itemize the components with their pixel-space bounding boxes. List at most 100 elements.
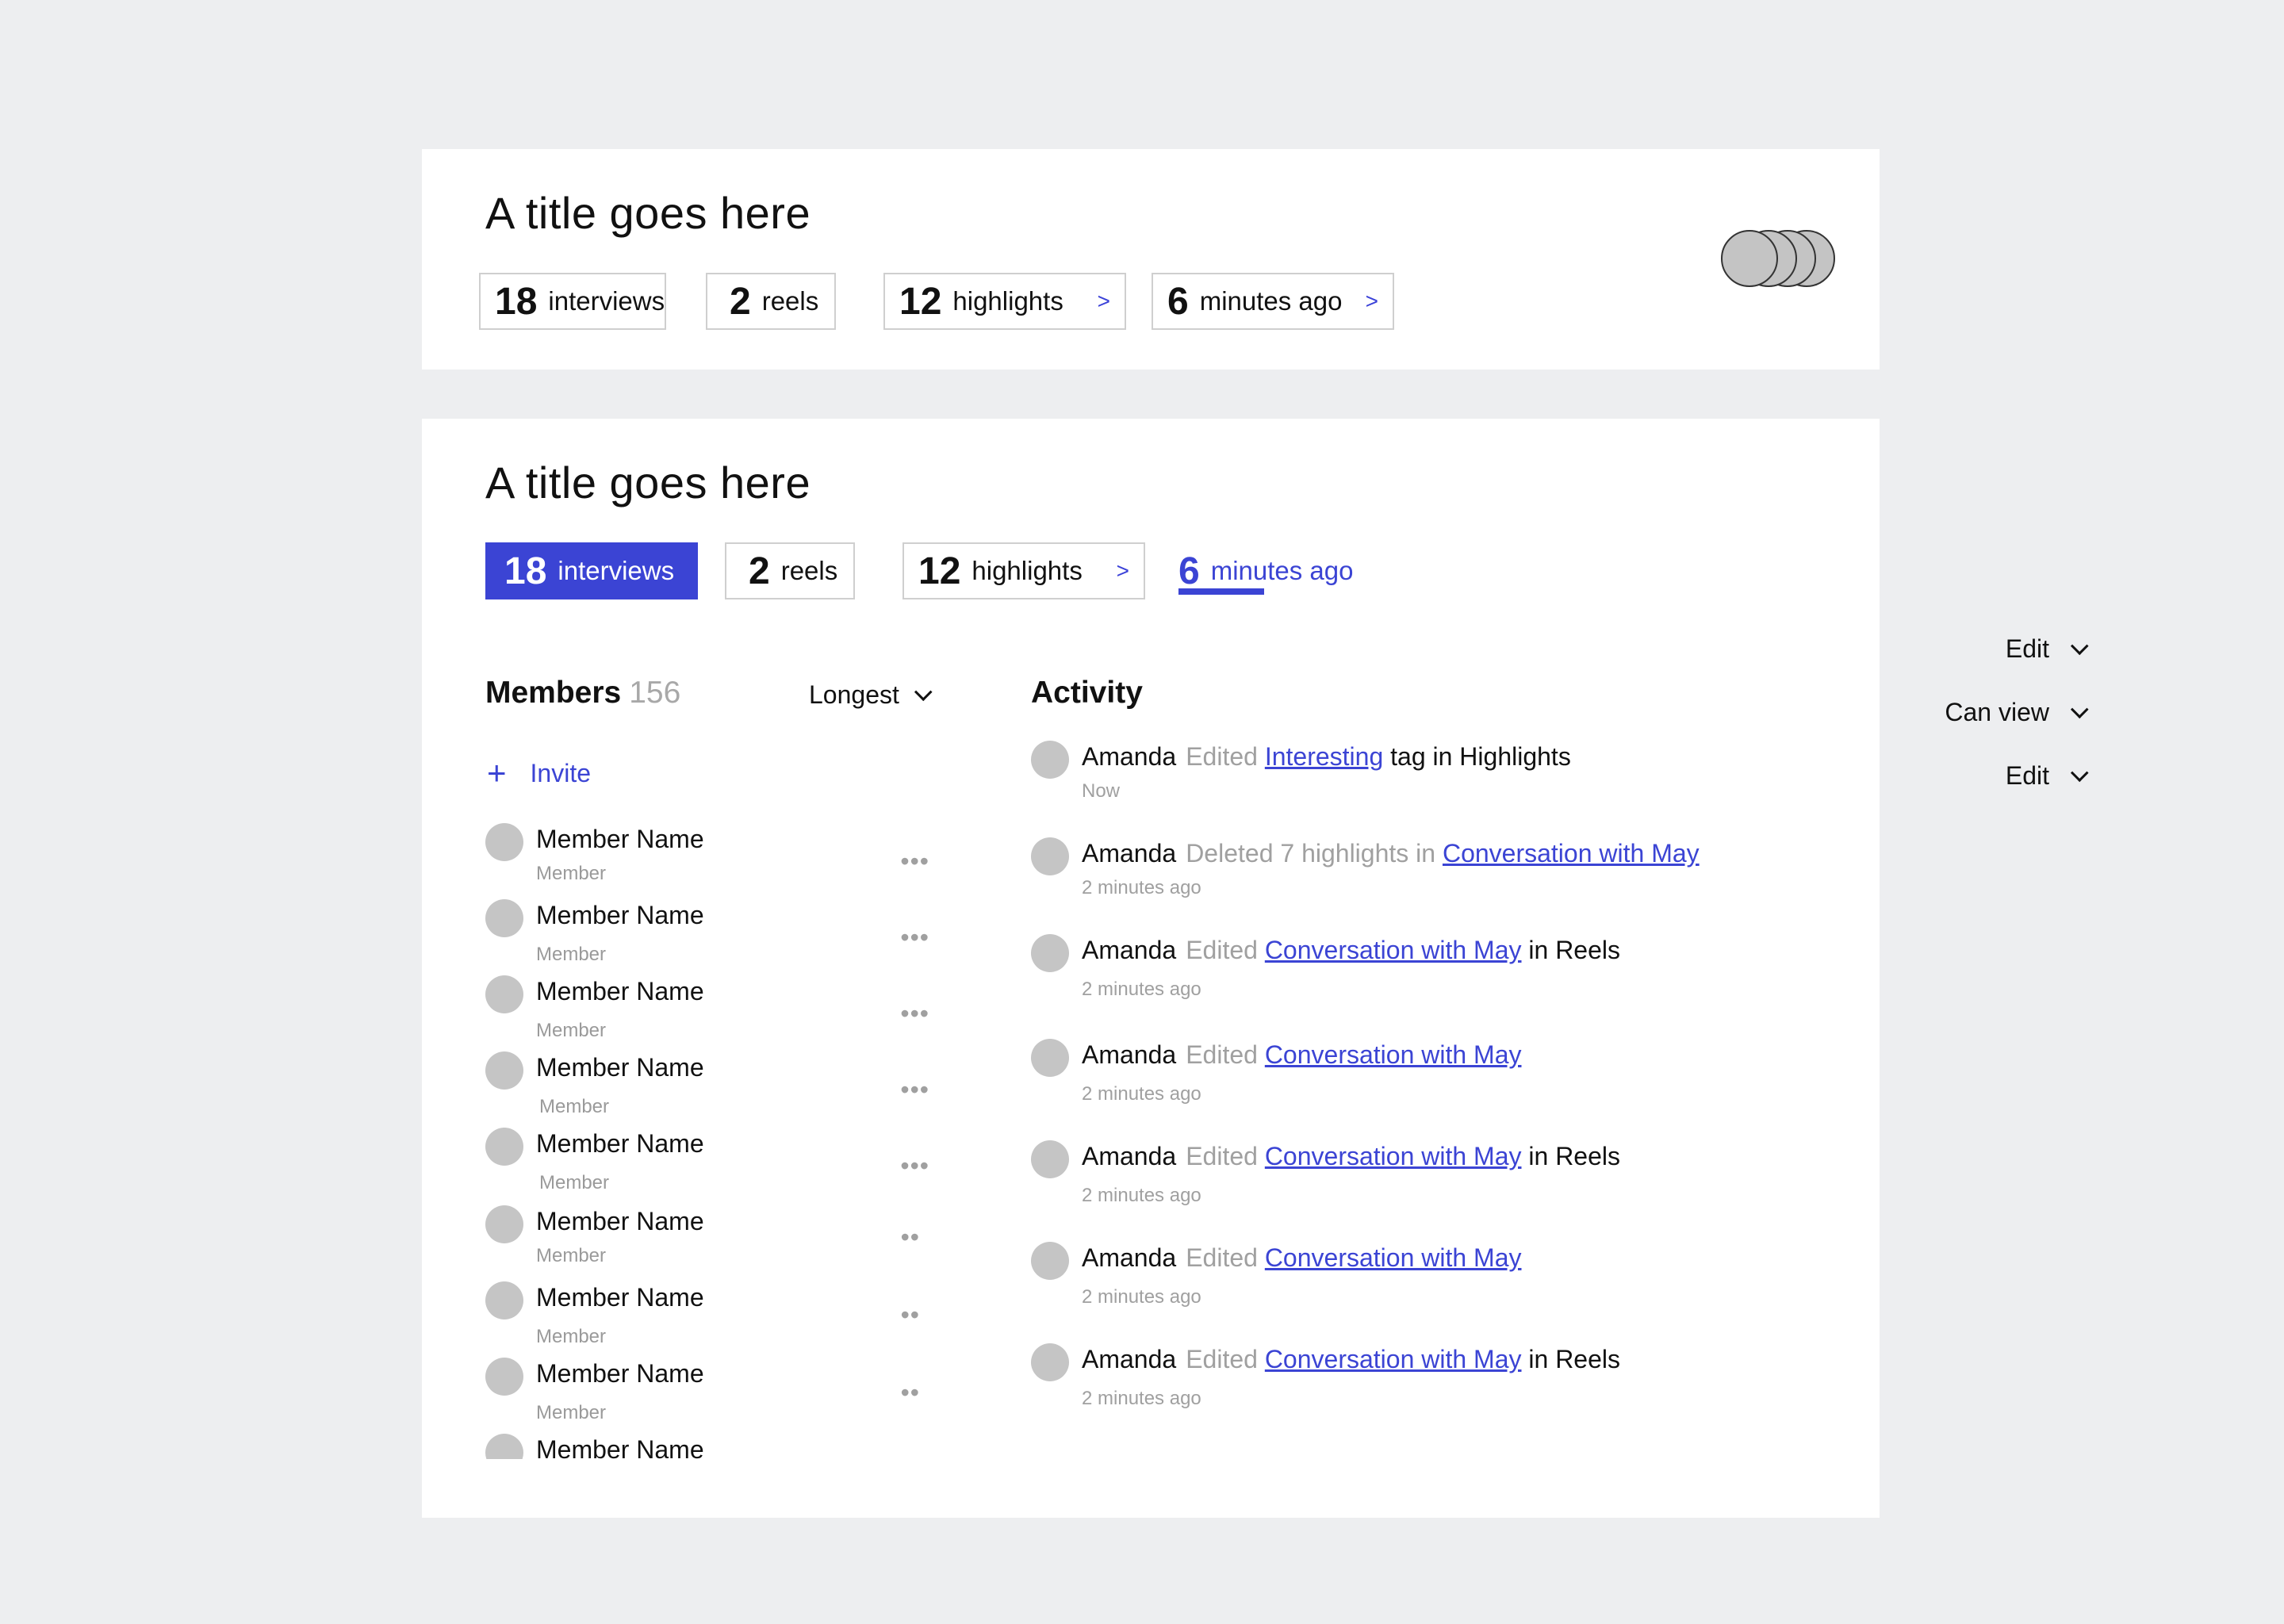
activity-user: Amanda — [1082, 936, 1177, 964]
stat-number: 2 — [730, 280, 751, 323]
list-item[interactable]: Member Name Member •• — [485, 1281, 929, 1353]
permission-dropdown[interactable]: Edit — [2005, 634, 2089, 664]
permission-label: Edit — [2005, 634, 2049, 663]
stat-number: 18 — [495, 280, 538, 323]
chevron-right-icon: > — [1116, 558, 1129, 583]
activity-verb: Deleted 7 highlights in — [1186, 839, 1436, 868]
stat-label: reels — [761, 286, 819, 316]
more-options-icon[interactable]: ••• — [900, 923, 929, 952]
member-name: Member Name — [536, 901, 704, 929]
activity-verb: Edited — [1186, 936, 1258, 964]
member-name: Member Name — [536, 977, 704, 1005]
list-item[interactable]: Member Name — [485, 1434, 929, 1459]
avatar — [485, 1358, 523, 1396]
activity-text: Amanda Edited Conversation with May in Re… — [1082, 936, 1620, 965]
avatar — [1721, 230, 1778, 287]
chevron-right-icon: > — [1365, 289, 1378, 313]
more-options-icon[interactable]: •• — [901, 1300, 920, 1330]
summary-card: A title goes here 18 interviews 2 reels … — [422, 149, 1880, 370]
stat-interviews[interactable]: 18 interviews — [479, 273, 666, 330]
activity-item: Amanda Edited Conversation with May 2 min… — [1031, 1039, 1872, 1118]
list-item[interactable]: Member Name Member ••• — [485, 975, 929, 1047]
more-options-icon[interactable]: ••• — [900, 1151, 929, 1181]
avatar — [485, 1434, 523, 1459]
detail-card: A title goes here 18 interviews 2 reels … — [422, 419, 1880, 1518]
activity-heading: Activity — [1031, 676, 1143, 710]
activity-text: Amanda Edited Interesting tag in Highligh… — [1082, 742, 1571, 772]
activity-user: Amanda — [1082, 1040, 1177, 1069]
activity-text: Amanda Deleted 7 highlights in Conversati… — [1082, 839, 1700, 868]
activity-item: Amanda Deleted 7 highlights in Conversati… — [1031, 837, 1872, 917]
activity-rest: tag in Highlights — [1390, 742, 1571, 771]
member-name: Member Name — [536, 825, 704, 853]
member-role: Member — [536, 863, 607, 884]
activity-text: Amanda Edited Conversation with May — [1082, 1040, 1522, 1070]
activity-link[interactable]: Conversation with May — [1265, 1040, 1522, 1069]
activity-verb: Edited — [1186, 1040, 1258, 1069]
stat-label: minutes ago — [1199, 286, 1343, 316]
avatar — [485, 975, 523, 1013]
stat-label: highlights — [971, 556, 1083, 585]
chevron-right-icon: > — [1097, 289, 1110, 313]
active-tab-underline — [1178, 588, 1264, 595]
member-name: Member Name — [536, 1053, 704, 1082]
member-name: Member Name — [536, 1283, 704, 1312]
list-item[interactable]: Member Name Member •• — [485, 1358, 929, 1429]
avatar — [485, 823, 523, 861]
stat-number: 6 — [1167, 280, 1189, 323]
member-role: Member — [539, 1172, 610, 1193]
permission-dropdown[interactable]: Edit — [2006, 761, 2089, 791]
member-name: Member Name — [536, 1435, 704, 1459]
activity-rest: in Reels — [1528, 936, 1620, 964]
avatar — [485, 899, 523, 937]
more-options-icon[interactable]: •• — [901, 1378, 920, 1408]
activity-link[interactable]: Conversation with May — [1443, 839, 1700, 868]
list-item[interactable]: Member Name Member ••• — [485, 899, 929, 971]
avatar — [1031, 1343, 1069, 1381]
member-role: Member — [539, 1096, 610, 1117]
activity-link[interactable]: Interesting — [1265, 742, 1383, 771]
member-role: Member — [536, 944, 607, 965]
avatar — [485, 1128, 523, 1166]
chevron-down-icon — [2070, 699, 2089, 718]
more-options-icon[interactable]: ••• — [900, 999, 929, 1028]
activity-time: 2 minutes ago — [1082, 1286, 1201, 1308]
stat-last-updated[interactable]: 6 minutes ago > — [1152, 273, 1394, 330]
members-list[interactable]: Member Name Member ••• Member Name Membe… — [422, 419, 977, 1459]
avatar — [1031, 741, 1069, 779]
activity-link[interactable]: Conversation with May — [1265, 1345, 1522, 1373]
member-role: Member — [536, 1326, 607, 1347]
avatar-stack[interactable] — [1721, 230, 1835, 289]
activity-link[interactable]: Conversation with May — [1265, 1243, 1522, 1272]
activity-user: Amanda — [1082, 742, 1177, 771]
list-item[interactable]: Member Name Member ••• — [485, 823, 929, 894]
avatar — [485, 1205, 523, 1243]
activity-time: 2 minutes ago — [1082, 1185, 1201, 1206]
tab-last-updated[interactable]: 6 minutes ago — [1178, 542, 1385, 599]
activity-link[interactable]: Conversation with May — [1265, 936, 1522, 964]
activity-user: Amanda — [1082, 1243, 1177, 1272]
activity-item: Amanda Edited Conversation with May 2 min… — [1031, 1242, 1872, 1321]
avatar — [485, 1281, 523, 1320]
activity-text: Amanda Edited Conversation with May in Re… — [1082, 1142, 1620, 1171]
activity-text: Amanda Edited Conversation with May — [1082, 1243, 1522, 1273]
activity-item: Amanda Edited Conversation with May in Re… — [1031, 1343, 1872, 1423]
activity-time: Now — [1082, 780, 1121, 802]
more-options-icon[interactable]: •• — [901, 1223, 920, 1252]
activity-verb: Edited — [1186, 1345, 1258, 1373]
activity-link[interactable]: Conversation with May — [1265, 1142, 1522, 1170]
activity-rest: in Reels — [1528, 1345, 1620, 1373]
stat-highlights[interactable]: 12 highlights > — [883, 273, 1126, 330]
list-item[interactable]: Member Name Member ••• — [485, 1128, 929, 1199]
avatar — [1031, 1140, 1069, 1178]
activity-item: Amanda Edited Interesting tag in Highligh… — [1031, 741, 1872, 820]
stat-label: minutes ago — [1210, 556, 1354, 585]
avatar — [1031, 1039, 1069, 1077]
list-item[interactable]: Member Name Member •• — [485, 1205, 929, 1277]
more-options-icon[interactable]: ••• — [900, 1075, 929, 1105]
more-options-icon[interactable]: ••• — [900, 847, 929, 876]
permission-dropdown[interactable]: Can view — [1945, 698, 2089, 727]
permission-label: Can view — [1945, 698, 2049, 726]
list-item[interactable]: Member Name Member ••• — [485, 1051, 929, 1123]
stat-reels[interactable]: 2 reels — [706, 273, 836, 330]
